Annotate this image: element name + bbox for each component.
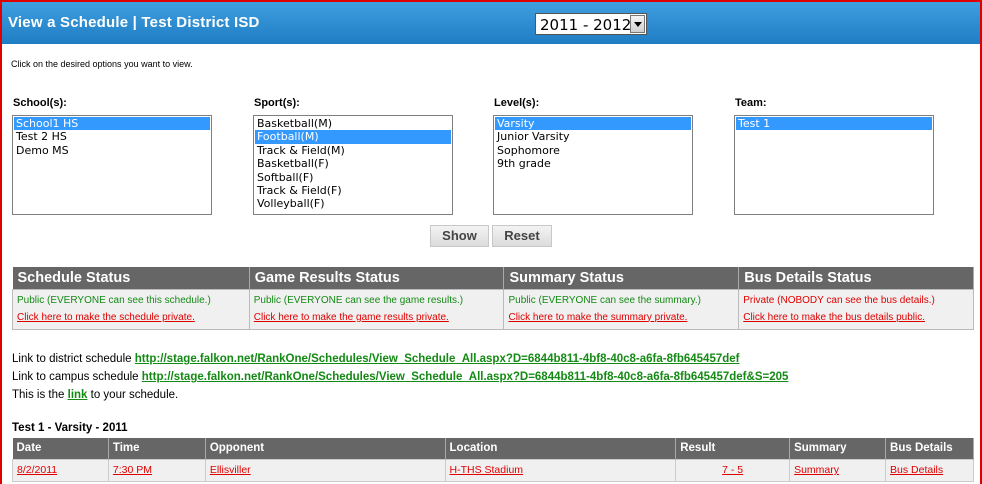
team-listbox[interactable]: Test 1 [734, 115, 934, 215]
column-header-summary[interactable]: Summary [789, 438, 887, 459]
your-link-prefix: This is the [12, 389, 65, 401]
campus-schedule-link[interactable]: http://stage.falkon.net/RankOne/Schedule… [142, 371, 789, 383]
column-header-time[interactable]: Time [108, 438, 206, 459]
list-option[interactable]: Varsity [495, 117, 691, 131]
district-schedule-link[interactable]: http://stage.falkon.net/RankOne/Schedule… [135, 353, 740, 365]
list-option[interactable]: Track & Field(M) [255, 144, 451, 157]
district-link-row: Link to district schedule http://stage.f… [12, 350, 788, 368]
sports-listbox[interactable]: Basketball(M) Football(M) Track & Field(M)… [253, 115, 453, 215]
list-option[interactable]: Track & Field(F) [255, 184, 451, 197]
campus-link-row: Link to campus schedule http://stage.fal… [12, 368, 788, 386]
your-link-row: This is the link to your schedule. [12, 386, 788, 404]
game-results-status-text: Public (EVERYONE can see the game result… [253, 294, 464, 306]
bus-details-status-header: Bus Details Status [738, 267, 974, 289]
sports-label: Sport(s): [254, 97, 300, 109]
game-results-status-cell: Public (EVERYONE can see the game result… [248, 288, 505, 330]
opponent-link[interactable]: Ellisviller [210, 464, 251, 476]
schedule-status-cell: Public (EVERYONE can see this schedule.)… [12, 288, 250, 330]
list-option[interactable]: Volleyball(F) [255, 197, 451, 210]
list-option[interactable]: School1 HS [14, 117, 210, 131]
list-option[interactable]: Basketball(F) [255, 157, 451, 170]
year-select[interactable]: 2011 - 2012 [535, 13, 647, 35]
list-option[interactable]: Football(M) [255, 130, 451, 144]
table-row: 8/2/2011 7:30 PM Ellisviller H-THS Stadi… [12, 458, 974, 482]
column-header-opponent[interactable]: Opponent [205, 438, 446, 459]
column-header-result[interactable]: Result [675, 438, 791, 459]
bus-details-status-cell: Private (NOBODY can see the bus details.… [738, 288, 974, 330]
list-option[interactable]: Softball(F) [255, 171, 451, 184]
make-bus-details-public-link[interactable]: Click here to make the bus details publi… [743, 312, 969, 323]
schools-listbox[interactable]: School1 HS Test 2 HS Demo MS [12, 115, 212, 215]
list-option[interactable]: Basketball(M) [255, 117, 451, 130]
make-schedule-private-link[interactable]: Click here to make the schedule private. [17, 312, 245, 323]
game-time-link[interactable]: 7:30 PM [113, 464, 152, 476]
year-select-value: 2011 - 2012 [540, 16, 632, 34]
schedule-status-text: Public (EVERYONE can see this schedule.) [17, 294, 211, 306]
page-frame: View a Schedule | Test District ISD 2011… [0, 0, 982, 484]
page-header: View a Schedule | Test District ISD 2011… [2, 2, 980, 44]
your-schedule-link[interactable]: link [68, 389, 88, 401]
list-option[interactable]: Sophomore [495, 144, 691, 157]
column-header-location[interactable]: Location [445, 438, 677, 459]
schedule-links: Link to district schedule http://stage.f… [12, 350, 788, 404]
summary-status-header: Summary Status [503, 267, 740, 289]
location-link[interactable]: H-THS Stadium [450, 464, 524, 476]
page-title: View a Schedule | Test District ISD [8, 14, 260, 31]
chevron-down-icon[interactable] [630, 15, 645, 33]
summary-status-text: Public (EVERYONE can see the summary.) [508, 294, 701, 306]
schedule-title: Test 1 - Varsity - 2011 [12, 422, 128, 434]
bus-details-status-text: Private (NOBODY can see the bus details.… [743, 294, 935, 306]
list-option[interactable]: 9th grade [495, 157, 691, 170]
list-option[interactable]: Test 1 [736, 117, 932, 131]
campus-link-prefix: Link to campus schedule [12, 371, 139, 383]
column-header-date[interactable]: Date [12, 438, 109, 459]
game-results-status-header: Game Results Status [249, 267, 505, 289]
levels-listbox[interactable]: Varsity Junior Varsity Sophomore 9th grade [493, 115, 693, 215]
make-summary-private-link[interactable]: Click here to make the summary private. [508, 312, 734, 323]
list-option[interactable]: Test 2 HS [14, 130, 210, 143]
levels-label: Level(s): [494, 97, 540, 109]
make-game-results-private-link[interactable]: Click here to make the game results priv… [254, 312, 500, 323]
instructions-text: Click on the desired options you want to… [11, 59, 193, 69]
schedule-table: Date Time Opponent Location Result Summa… [12, 438, 974, 482]
result-link[interactable]: 7 - 5 [722, 464, 743, 476]
list-option[interactable]: Demo MS [14, 144, 210, 157]
reset-button[interactable]: Reset [492, 225, 552, 247]
bus-details-link[interactable]: Bus Details [890, 464, 943, 476]
team-label: Team: [735, 97, 767, 109]
status-table: Schedule Status Game Results Status Summ… [12, 267, 974, 330]
list-option[interactable]: Junior Varsity [495, 130, 691, 143]
district-link-prefix: Link to district schedule [12, 353, 132, 365]
summary-link[interactable]: Summary [794, 464, 839, 476]
schools-label: School(s): [13, 97, 67, 109]
column-header-bus-details[interactable]: Bus Details [885, 438, 974, 459]
show-button[interactable]: Show [430, 225, 489, 247]
summary-status-cell: Public (EVERYONE can see the summary.) C… [503, 288, 740, 330]
schedule-status-header: Schedule Status [12, 267, 250, 289]
game-date-link[interactable]: 8/2/2011 [17, 464, 57, 476]
your-link-suffix: to your schedule. [90, 389, 179, 401]
